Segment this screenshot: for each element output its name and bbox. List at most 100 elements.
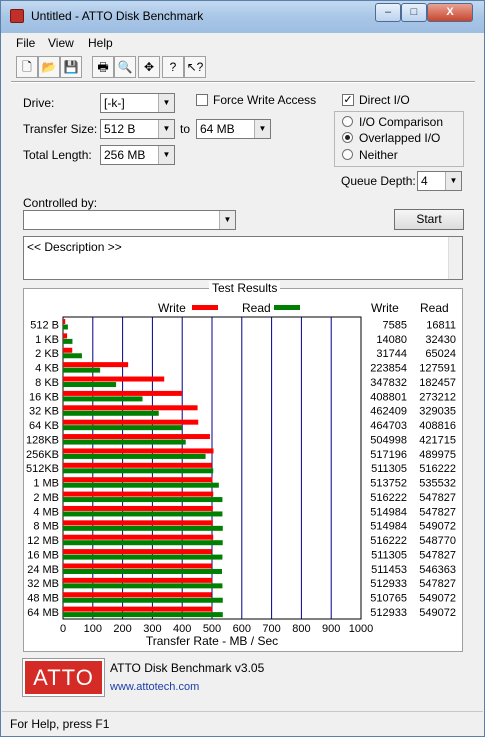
write-bar	[63, 448, 214, 454]
force-write-label[interactable]: Force Write Access	[213, 93, 316, 107]
chevron-down-icon[interactable]: ▼	[219, 211, 235, 229]
y-tick-label: 32 MB	[27, 578, 59, 590]
menu-help[interactable]: Help	[88, 36, 113, 50]
total-length-select[interactable]: 256 MB ▼	[100, 145, 175, 165]
save-icon[interactable]: 💾	[60, 56, 82, 78]
read-value: 182457	[419, 377, 456, 389]
read-value: 535532	[419, 478, 456, 490]
website-link[interactable]: www.attotech.com	[110, 681, 199, 693]
read-value: 549072	[419, 593, 456, 605]
write-bar	[63, 491, 214, 497]
write-bar	[63, 505, 213, 511]
y-tick-label: 32 KB	[29, 406, 59, 418]
y-tick-label: 8 KB	[35, 377, 59, 389]
close-button[interactable]: X	[427, 3, 473, 22]
minimize-button[interactable]: –	[375, 3, 401, 22]
x-tick-label: 1000	[349, 623, 373, 635]
y-tick-label: 1 KB	[35, 334, 59, 346]
write-value: 504998	[370, 434, 407, 446]
chevron-down-icon[interactable]: ▼	[158, 94, 174, 112]
write-value: 462409	[370, 406, 407, 418]
print-icon[interactable]: 🖶	[92, 56, 114, 78]
status-text: For Help, press F1	[10, 717, 110, 731]
chevron-down-icon[interactable]: ▼	[445, 172, 461, 190]
force-write-checkbox[interactable]	[196, 94, 208, 106]
title-bar[interactable]: Untitled - ATTO Disk Benchmark – □ X	[1, 1, 484, 33]
maximize-button[interactable]: □	[401, 3, 427, 22]
move-icon[interactable]: ✥	[138, 56, 160, 78]
chevron-down-icon[interactable]: ▼	[158, 146, 174, 164]
drive-label: Drive:	[23, 96, 55, 110]
app-window: Untitled - ATTO Disk Benchmark – □ X Fil…	[0, 0, 485, 737]
menu-view[interactable]: View	[48, 36, 74, 50]
read-bar	[63, 410, 159, 416]
write-value: 513752	[370, 478, 407, 490]
transfer-to-select[interactable]: 64 MB ▼	[196, 119, 271, 139]
y-tick-label: 8 MB	[33, 521, 59, 533]
new-icon[interactable]: 🗋	[16, 56, 38, 78]
status-bar: For Help, press F1	[2, 711, 483, 736]
neither-label[interactable]: Neither	[359, 148, 398, 162]
help-icon[interactable]: ?	[162, 56, 184, 78]
toolbar-divider	[11, 81, 475, 83]
read-value: 65024	[425, 348, 456, 360]
write-bar	[63, 477, 213, 483]
read-value: 408816	[419, 420, 456, 432]
description-scrollbar[interactable]	[448, 237, 462, 279]
chevron-down-icon[interactable]: ▼	[254, 120, 270, 138]
read-bar	[63, 511, 223, 517]
neither-radio[interactable]	[342, 149, 353, 160]
io-comparison-label[interactable]: I/O Comparison	[359, 115, 443, 129]
print-preview-icon[interactable]: 🔍	[114, 56, 136, 78]
context-help-icon[interactable]: ↖?	[184, 56, 206, 78]
write-value: 31744	[376, 348, 407, 360]
read-value: 32430	[425, 334, 456, 346]
direct-io-checkbox[interactable]: ✓	[342, 94, 354, 106]
total-length-value: 256 MB	[104, 148, 146, 162]
read-value: 421715	[419, 434, 456, 446]
write-bar	[63, 319, 66, 324]
read-value: 127591	[419, 363, 456, 375]
write-bar	[63, 563, 212, 569]
read-bar	[63, 453, 206, 459]
y-tick-label: 24 MB	[27, 564, 59, 576]
x-axis-label: Transfer Rate - MB / Sec	[146, 634, 278, 648]
write-value: 516222	[370, 492, 407, 504]
menu-file[interactable]: File	[16, 36, 35, 50]
write-value: 512933	[370, 607, 407, 619]
queue-depth-select[interactable]: 4 ▼	[417, 171, 462, 191]
write-bar	[63, 405, 198, 411]
description-box[interactable]: << Description >>	[23, 236, 463, 280]
write-value: 7585	[383, 319, 407, 331]
atto-logo: ATTO	[22, 658, 105, 697]
y-tick-label: 2 KB	[35, 348, 59, 360]
controlled-by-select[interactable]: ▼	[23, 210, 236, 230]
y-tick-label: 4 MB	[33, 506, 59, 518]
read-value: 329035	[419, 406, 456, 418]
open-icon[interactable]: 📂	[38, 56, 60, 78]
transfer-from-select[interactable]: 512 B ▼	[100, 119, 175, 139]
write-value: 408801	[370, 391, 407, 403]
test-results-panel: Test Results Write Read Write Read 0 100 200 30…	[23, 281, 463, 652]
read-bar	[63, 338, 73, 344]
io-comparison-radio[interactable]	[342, 116, 353, 127]
y-tick-label: 4 KB	[35, 363, 59, 375]
description-text: << Description >>	[27, 240, 122, 254]
write-bar	[63, 419, 199, 425]
chevron-down-icon[interactable]: ▼	[158, 120, 174, 138]
overlapped-io-label[interactable]: Overlapped I/O	[359, 131, 440, 145]
write-bar	[63, 390, 182, 396]
write-bar	[63, 549, 212, 555]
y-tick-label: 1 MB	[33, 478, 59, 490]
read-bar	[63, 482, 219, 488]
app-icon[interactable]	[10, 9, 24, 23]
overlapped-io-radio[interactable]	[342, 132, 353, 143]
read-bar	[63, 583, 223, 589]
read-bar	[63, 382, 117, 388]
y-tick-label: 512KB	[26, 463, 59, 475]
drive-select[interactable]: [-k-] ▼	[100, 93, 175, 113]
start-button[interactable]: Start	[394, 209, 464, 230]
read-bar	[63, 439, 186, 445]
direct-io-label[interactable]: Direct I/O	[359, 93, 410, 107]
y-tick-label: 16 KB	[29, 391, 59, 403]
